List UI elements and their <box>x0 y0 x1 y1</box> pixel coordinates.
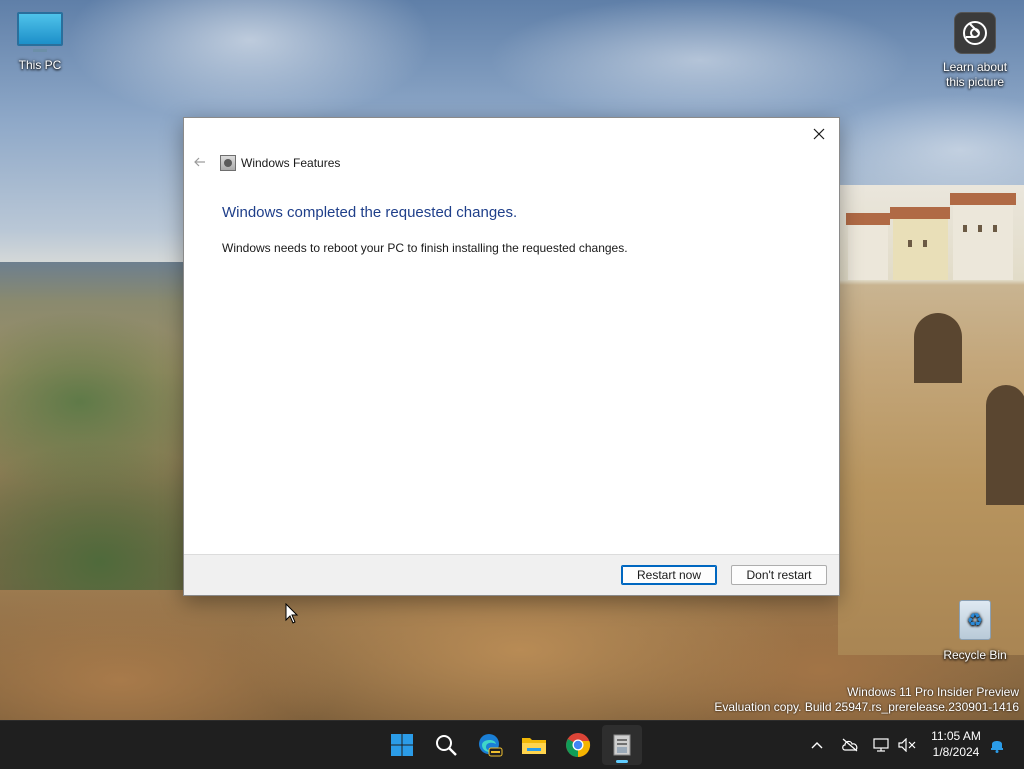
wallpaper-house <box>893 215 948 280</box>
watermark-line-1: Windows 11 Pro Insider Preview <box>847 685 1019 699</box>
dialog-header: Windows Features <box>184 154 839 174</box>
chevron-up-icon <box>811 742 823 749</box>
start-icon <box>391 734 413 756</box>
wallpaper-arch <box>914 313 962 383</box>
notifications-button[interactable] <box>986 721 1008 769</box>
wallpaper-house <box>848 220 888 280</box>
watermark-line-2: Evaluation copy. Build 25947.rs_prerelea… <box>714 700 1019 714</box>
wallpaper-bridge <box>838 185 1024 655</box>
onedrive-status-button[interactable] <box>838 721 862 769</box>
cloud-offline-icon <box>842 738 858 752</box>
wallpaper-roof <box>950 193 1016 205</box>
wallpaper-roof <box>890 207 950 219</box>
this-pc-icon <box>17 12 63 52</box>
windows-features-icon <box>613 734 631 756</box>
dont-restart-button[interactable]: Don't restart <box>731 565 827 585</box>
chrome-button[interactable] <box>558 725 598 765</box>
clock-time: 11:05 AM <box>931 729 981 743</box>
wallpaper-window <box>923 240 927 247</box>
file-explorer-button[interactable] <box>514 725 554 765</box>
completion-heading: Windows completed the requested changes. <box>222 204 518 221</box>
desktop-icon-label: This PC <box>18 58 62 72</box>
network-icon <box>873 738 889 752</box>
network-button[interactable] <box>870 721 892 769</box>
camera-icon <box>954 12 996 54</box>
close-button[interactable] <box>805 122 833 146</box>
chrome-icon <box>566 733 591 758</box>
reboot-message: Windows needs to reboot your PC to finis… <box>222 241 628 255</box>
wallpaper-arch <box>986 385 1024 505</box>
wallpaper-window <box>993 225 997 232</box>
desktop-icon-recycle-bin[interactable]: ♻ Recycle Bin <box>935 600 1015 663</box>
desktop-icon-label: this picture <box>945 75 1005 89</box>
evaluation-watermark: Windows 11 Pro Insider Preview Evaluatio… <box>714 685 1019 715</box>
volume-muted-icon <box>898 738 916 752</box>
back-arrow-icon <box>192 154 208 172</box>
desktop-icon-learn-about-picture[interactable]: Learn about this picture <box>935 12 1015 90</box>
volume-button[interactable] <box>896 721 918 769</box>
wallpaper-roof <box>846 213 890 225</box>
windows-features-taskbar-button[interactable] <box>602 725 642 765</box>
wallpaper-window <box>908 240 912 247</box>
taskbar: 11:05 AM 1/8/2024 <box>0 720 1024 769</box>
close-icon <box>813 128 825 140</box>
search-icon <box>436 735 457 756</box>
edge-beta-icon <box>479 734 503 757</box>
wallpaper-house <box>953 200 1013 280</box>
wallpaper-window <box>963 225 967 232</box>
desktop-icon-label: Recycle Bin <box>943 648 1007 662</box>
edge-beta-button[interactable] <box>470 725 510 765</box>
dialog-footer: Restart now Don't restart <box>184 554 839 595</box>
desktop-icon-this-pc[interactable]: This PC <box>0 12 80 73</box>
recycle-bin-icon: ♻ <box>959 600 991 640</box>
windows-features-icon <box>220 155 236 171</box>
active-window-indicator <box>616 760 628 763</box>
windows-features-dialog: Windows Features Windows completed the r… <box>183 117 840 596</box>
show-hidden-icons-button[interactable] <box>806 721 828 769</box>
search-button[interactable] <box>426 725 466 765</box>
bell-icon <box>991 741 1003 753</box>
start-button[interactable] <box>382 725 422 765</box>
system-clock[interactable]: 11:05 AM 1/8/2024 <box>916 728 996 760</box>
mouse-cursor-icon <box>285 602 299 630</box>
desktop-icon-label: Learn about <box>942 60 1008 74</box>
dialog-title: Windows Features <box>241 156 341 170</box>
clock-date: 1/8/2024 <box>932 745 980 759</box>
restart-now-button[interactable]: Restart now <box>621 565 717 585</box>
wallpaper-window <box>978 225 982 232</box>
file-explorer-icon <box>522 738 546 754</box>
